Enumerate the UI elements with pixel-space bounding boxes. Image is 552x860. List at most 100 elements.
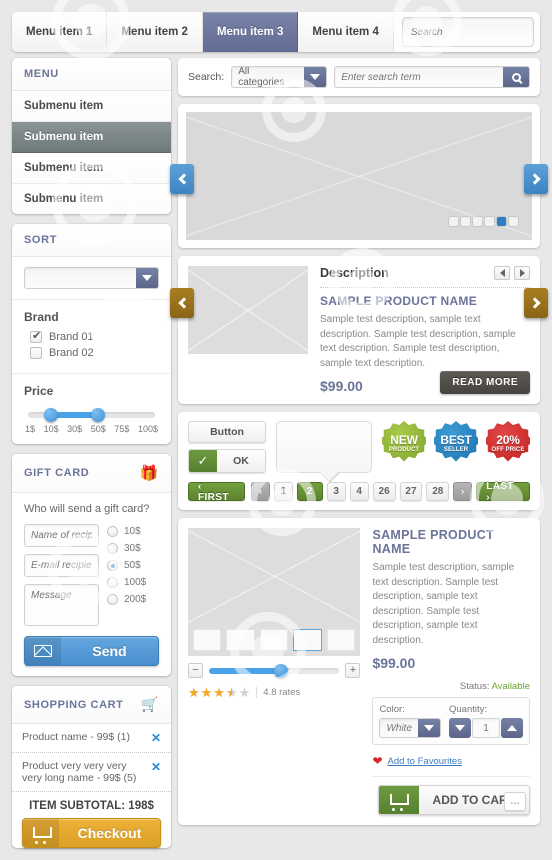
pagination-first-button[interactable]: ‹ FIRST bbox=[188, 481, 245, 503]
checkout-icon-wrap bbox=[23, 819, 59, 847]
description-heading: Description bbox=[320, 266, 389, 280]
radio-icon bbox=[107, 526, 118, 537]
sort-select[interactable] bbox=[24, 267, 159, 289]
price-slider-handle-max[interactable] bbox=[90, 408, 105, 422]
carousel-dot-1[interactable] bbox=[449, 217, 458, 226]
radio-icon bbox=[107, 594, 118, 605]
callout-bubble bbox=[276, 421, 372, 483]
product-thumb-5[interactable] bbox=[326, 629, 356, 651]
search-term-input[interactable] bbox=[335, 67, 503, 87]
pagination-page-27[interactable]: 27 bbox=[399, 482, 423, 501]
checkout-button[interactable]: Checkout bbox=[22, 818, 161, 848]
pagination-page-2[interactable]: 2 bbox=[296, 482, 323, 501]
chevron-down-icon bbox=[455, 725, 465, 731]
menu-panel-title: MENU bbox=[24, 68, 59, 80]
product-thumb-2[interactable] bbox=[226, 629, 255, 651]
product-thumb-1[interactable] bbox=[193, 629, 222, 651]
search-term-field bbox=[334, 66, 530, 88]
price-slider-handle-min[interactable] bbox=[43, 408, 58, 422]
add-to-favourites-link[interactable]: Add to Favourites bbox=[388, 756, 462, 767]
carousel-dot-5[interactable] bbox=[497, 217, 506, 226]
checkout-label: Checkout bbox=[77, 825, 142, 841]
zoom-out-button[interactable]: − bbox=[188, 663, 203, 678]
description-prev-mini-button[interactable] bbox=[494, 266, 510, 280]
carousel-dot-3[interactable] bbox=[473, 217, 482, 226]
menu-item-2[interactable]: Menu item 2 bbox=[107, 12, 203, 52]
quantity-value[interactable]: 1 bbox=[472, 718, 500, 738]
search-submit-button[interactable] bbox=[503, 67, 529, 87]
ok-button[interactable]: ✓ OK bbox=[188, 449, 266, 473]
carousel-dot-2[interactable] bbox=[461, 217, 470, 226]
gift-recipient-name-input[interactable] bbox=[24, 524, 99, 547]
star-rating[interactable]: ★★★★★ ★★★★★ bbox=[188, 686, 251, 699]
pagination-last-button[interactable]: LAST › bbox=[476, 481, 530, 503]
sidebar-item-2[interactable]: Submenu item bbox=[12, 122, 171, 153]
carousel-dot-6[interactable] bbox=[509, 217, 518, 226]
carousel-next-button[interactable] bbox=[524, 164, 548, 194]
ok-button-label: OK bbox=[233, 455, 249, 467]
cart-icon: 🛒 bbox=[140, 696, 159, 712]
sort-select-arrow[interactable] bbox=[136, 268, 158, 288]
gift-recipient-email-input[interactable] bbox=[24, 554, 99, 577]
brand-title: Brand bbox=[24, 310, 59, 324]
pagination-page-1[interactable]: 1 bbox=[273, 482, 293, 501]
main-search-bar: Search: All categories bbox=[178, 58, 540, 96]
color-select-arrow[interactable] bbox=[418, 719, 440, 737]
pagination-prev-button[interactable]: ‹ bbox=[250, 482, 270, 501]
zoom-slider[interactable] bbox=[209, 663, 340, 678]
price-tick-1: 1$ bbox=[25, 424, 36, 434]
cart-item-remove-button[interactable]: ✕ bbox=[145, 731, 161, 745]
product-thumb-3[interactable] bbox=[259, 629, 289, 651]
generic-button[interactable]: Button bbox=[188, 421, 266, 443]
add-to-favourites[interactable]: ❤ Add to Favourites bbox=[372, 754, 530, 768]
zoom-slider-handle[interactable] bbox=[273, 663, 288, 678]
pagination-page-26[interactable]: 26 bbox=[372, 482, 396, 501]
product-thumb-4[interactable] bbox=[293, 629, 322, 651]
gift-amount-option-5[interactable]: 200$ bbox=[107, 594, 159, 605]
pagination-page-28[interactable]: 28 bbox=[426, 482, 450, 501]
menu-item-1[interactable]: Menu item 1 bbox=[12, 12, 108, 52]
gift-icon: 🎁 bbox=[139, 465, 159, 482]
brand-checkbox-2[interactable]: Brand 02 bbox=[30, 347, 159, 359]
description-prev-button[interactable] bbox=[170, 288, 194, 318]
menu-item-4[interactable]: Menu item 4 bbox=[298, 12, 394, 52]
read-more-button[interactable]: READ MORE bbox=[440, 371, 530, 394]
sidebar-item-3[interactable]: Submenu item bbox=[12, 153, 171, 184]
pagination-next-button[interactable]: › bbox=[453, 482, 473, 501]
top-search-input[interactable] bbox=[402, 26, 533, 38]
menu-item-3[interactable]: Menu item 3 bbox=[202, 12, 299, 52]
sidebar-item-4[interactable]: Submenu item bbox=[12, 184, 171, 214]
gift-amount-option-3[interactable]: 50$ bbox=[107, 560, 159, 571]
carousel-dot-4[interactable] bbox=[485, 217, 494, 226]
pagination-page-3[interactable]: 3 bbox=[326, 482, 346, 501]
gift-card-title: GIFT CARD bbox=[24, 467, 90, 479]
zoom-control: − + bbox=[188, 663, 361, 678]
description-next-mini-button[interactable] bbox=[514, 266, 530, 280]
color-label: Color: bbox=[379, 704, 405, 715]
price-range-slider[interactable] bbox=[28, 408, 155, 422]
quantity-decrement-button[interactable] bbox=[449, 718, 471, 738]
quantity-increment-button[interactable] bbox=[501, 718, 523, 738]
zoom-in-button[interactable]: + bbox=[345, 663, 361, 678]
brand-checkbox-1[interactable]: Brand 01 bbox=[30, 329, 159, 343]
carousel-dots bbox=[449, 217, 518, 226]
pagination-page-4[interactable]: 4 bbox=[349, 482, 369, 501]
gift-amount-option-4[interactable]: 100$ bbox=[107, 577, 159, 588]
gift-amount-option-1[interactable]: 10$ bbox=[107, 526, 159, 537]
category-select-arrow[interactable] bbox=[304, 67, 327, 87]
category-select[interactable]: All categories bbox=[231, 66, 328, 88]
gift-message-textarea[interactable] bbox=[24, 584, 99, 626]
description-next-button[interactable] bbox=[524, 288, 548, 318]
gift-amount-label-3: 50$ bbox=[124, 560, 141, 571]
color-select[interactable]: White bbox=[379, 718, 441, 738]
gift-amount-option-2[interactable]: 30$ bbox=[107, 543, 159, 554]
carousel-prev-button[interactable] bbox=[170, 164, 194, 194]
top-search-field bbox=[401, 17, 534, 47]
sidebar-item-1[interactable]: Submenu item bbox=[12, 91, 171, 122]
gift-amount-label-4: 100$ bbox=[124, 577, 147, 588]
gift-send-button[interactable]: Send bbox=[24, 636, 159, 666]
description-body: Sample test description, sample text des… bbox=[320, 314, 516, 369]
cart-item-remove-button[interactable]: ✕ bbox=[145, 760, 161, 774]
gift-card-panel: GIFT CARD 🎁 Who will send a gift card? 1… bbox=[12, 454, 171, 676]
chevron-left-icon bbox=[177, 173, 190, 185]
